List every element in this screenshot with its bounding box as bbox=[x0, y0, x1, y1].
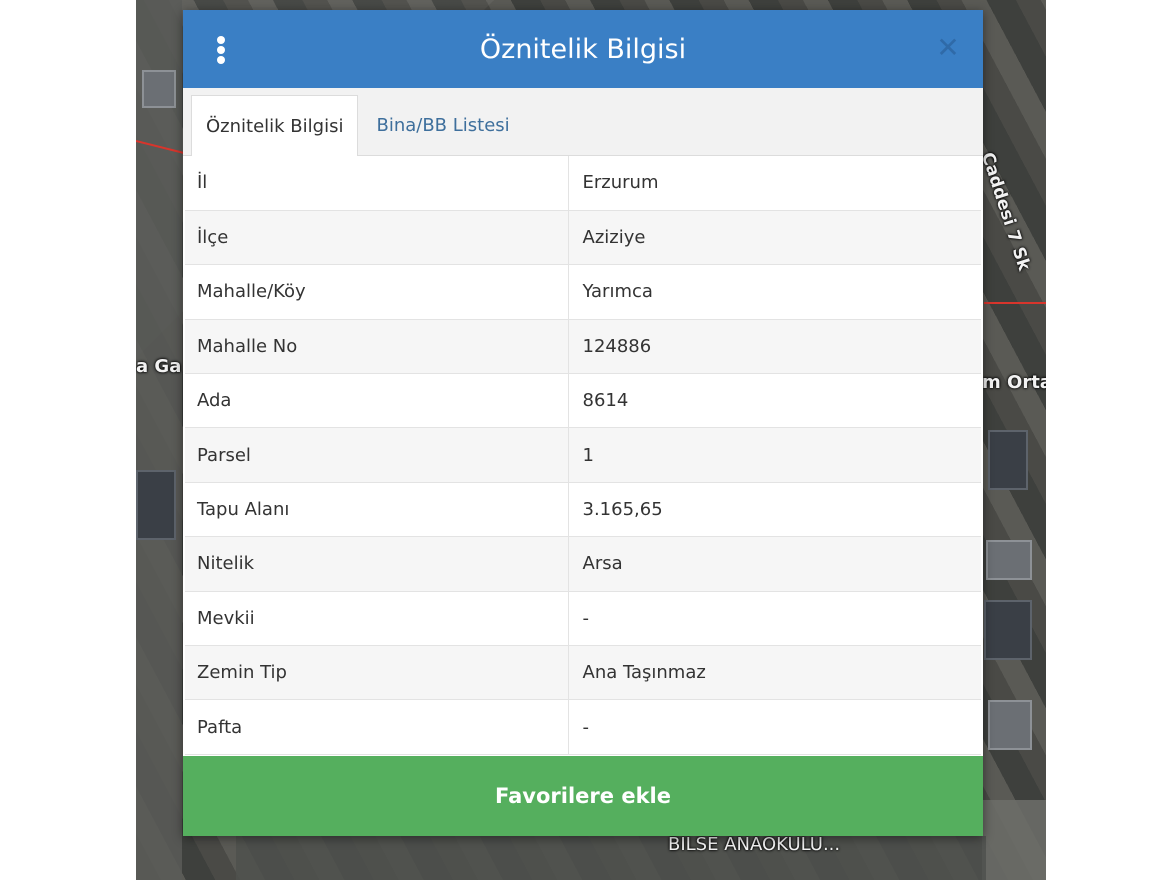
attribute-value: - bbox=[568, 591, 981, 647]
attribute-value: 124886 bbox=[568, 319, 981, 375]
dialog-header: Öznitelik Bilgisi ✕ bbox=[183, 10, 983, 88]
attribute-value: 1 bbox=[568, 427, 981, 483]
attribute-key: Mahalle No bbox=[185, 319, 569, 375]
map-street-label: Caddesi 7 Sk bbox=[976, 150, 1035, 274]
attribute-key: Parsel bbox=[185, 427, 569, 483]
table-row: Mahalle/Köy Yarımca bbox=[185, 264, 981, 320]
add-to-favorites-button[interactable]: Favorilere ekle bbox=[183, 756, 983, 836]
map-place-label: m Orta bbox=[982, 372, 1046, 393]
map-building bbox=[988, 700, 1032, 750]
map-school-label: BILSE ANAOKULU... bbox=[668, 834, 841, 855]
attribute-value: Ana Taşınmaz bbox=[568, 645, 981, 701]
attribute-value: 3.165,65 bbox=[568, 482, 981, 538]
tab-building-list[interactable]: Bina/BB Listesi bbox=[358, 95, 523, 155]
attribute-value: - bbox=[568, 699, 981, 755]
attribute-key: Mahalle/Köy bbox=[185, 264, 569, 320]
table-row: Nitelik Arsa bbox=[185, 536, 981, 592]
map-building bbox=[142, 70, 176, 108]
map-parcel-line bbox=[984, 302, 1046, 304]
table-row: Tapu Alanı 3.165,65 bbox=[185, 482, 981, 538]
attribute-value: Aziziye bbox=[568, 210, 981, 266]
attribute-value: 8614 bbox=[568, 373, 981, 429]
attribute-info-dialog: Öznitelik Bilgisi ✕ Öznitelik Bilgisi Bi… bbox=[183, 10, 983, 836]
dialog-title: Öznitelik Bilgisi bbox=[479, 33, 687, 65]
map-building bbox=[986, 540, 1032, 580]
table-row: Ada 8614 bbox=[185, 373, 981, 429]
close-icon[interactable]: ✕ bbox=[933, 33, 963, 63]
table-row: Mevkii - bbox=[185, 591, 981, 647]
map-building bbox=[988, 430, 1028, 490]
attribute-key: Nitelik bbox=[185, 536, 569, 592]
attribute-key: Zemin Tip bbox=[185, 645, 569, 701]
attribute-value: Yarımca bbox=[568, 264, 981, 320]
attribute-key: Mevkii bbox=[185, 591, 569, 647]
attribute-key: Ada bbox=[185, 373, 569, 429]
map-building bbox=[136, 470, 176, 540]
attribute-value: Arsa bbox=[568, 536, 981, 592]
table-row: Parsel 1 bbox=[185, 427, 981, 483]
table-row: Zemin Tip Ana Taşınmaz bbox=[185, 645, 981, 701]
attribute-key: Pafta bbox=[185, 699, 569, 755]
attribute-table: İl Erzurum İlçe Aziziye Mahalle/Köy Yarımca Ma… bbox=[185, 156, 981, 755]
attribute-key: Tapu Alanı bbox=[185, 482, 569, 538]
kebab-menu-icon[interactable] bbox=[211, 36, 231, 64]
table-row: Pafta - bbox=[185, 699, 981, 755]
table-row: İlçe Aziziye bbox=[185, 210, 981, 266]
tab-bar: Öznitelik Bilgisi Bina/BB Listesi bbox=[183, 88, 983, 156]
tab-attribute-info[interactable]: Öznitelik Bilgisi bbox=[191, 95, 359, 156]
map-place-label: a Ga bbox=[136, 356, 182, 377]
table-row: Mahalle No 124886 bbox=[185, 319, 981, 375]
table-row: İl Erzurum bbox=[185, 156, 981, 211]
attribute-key: İlçe bbox=[185, 210, 569, 266]
attribute-value: Erzurum bbox=[568, 156, 981, 211]
attribute-key: İl bbox=[185, 156, 569, 211]
map-building bbox=[984, 600, 1032, 660]
